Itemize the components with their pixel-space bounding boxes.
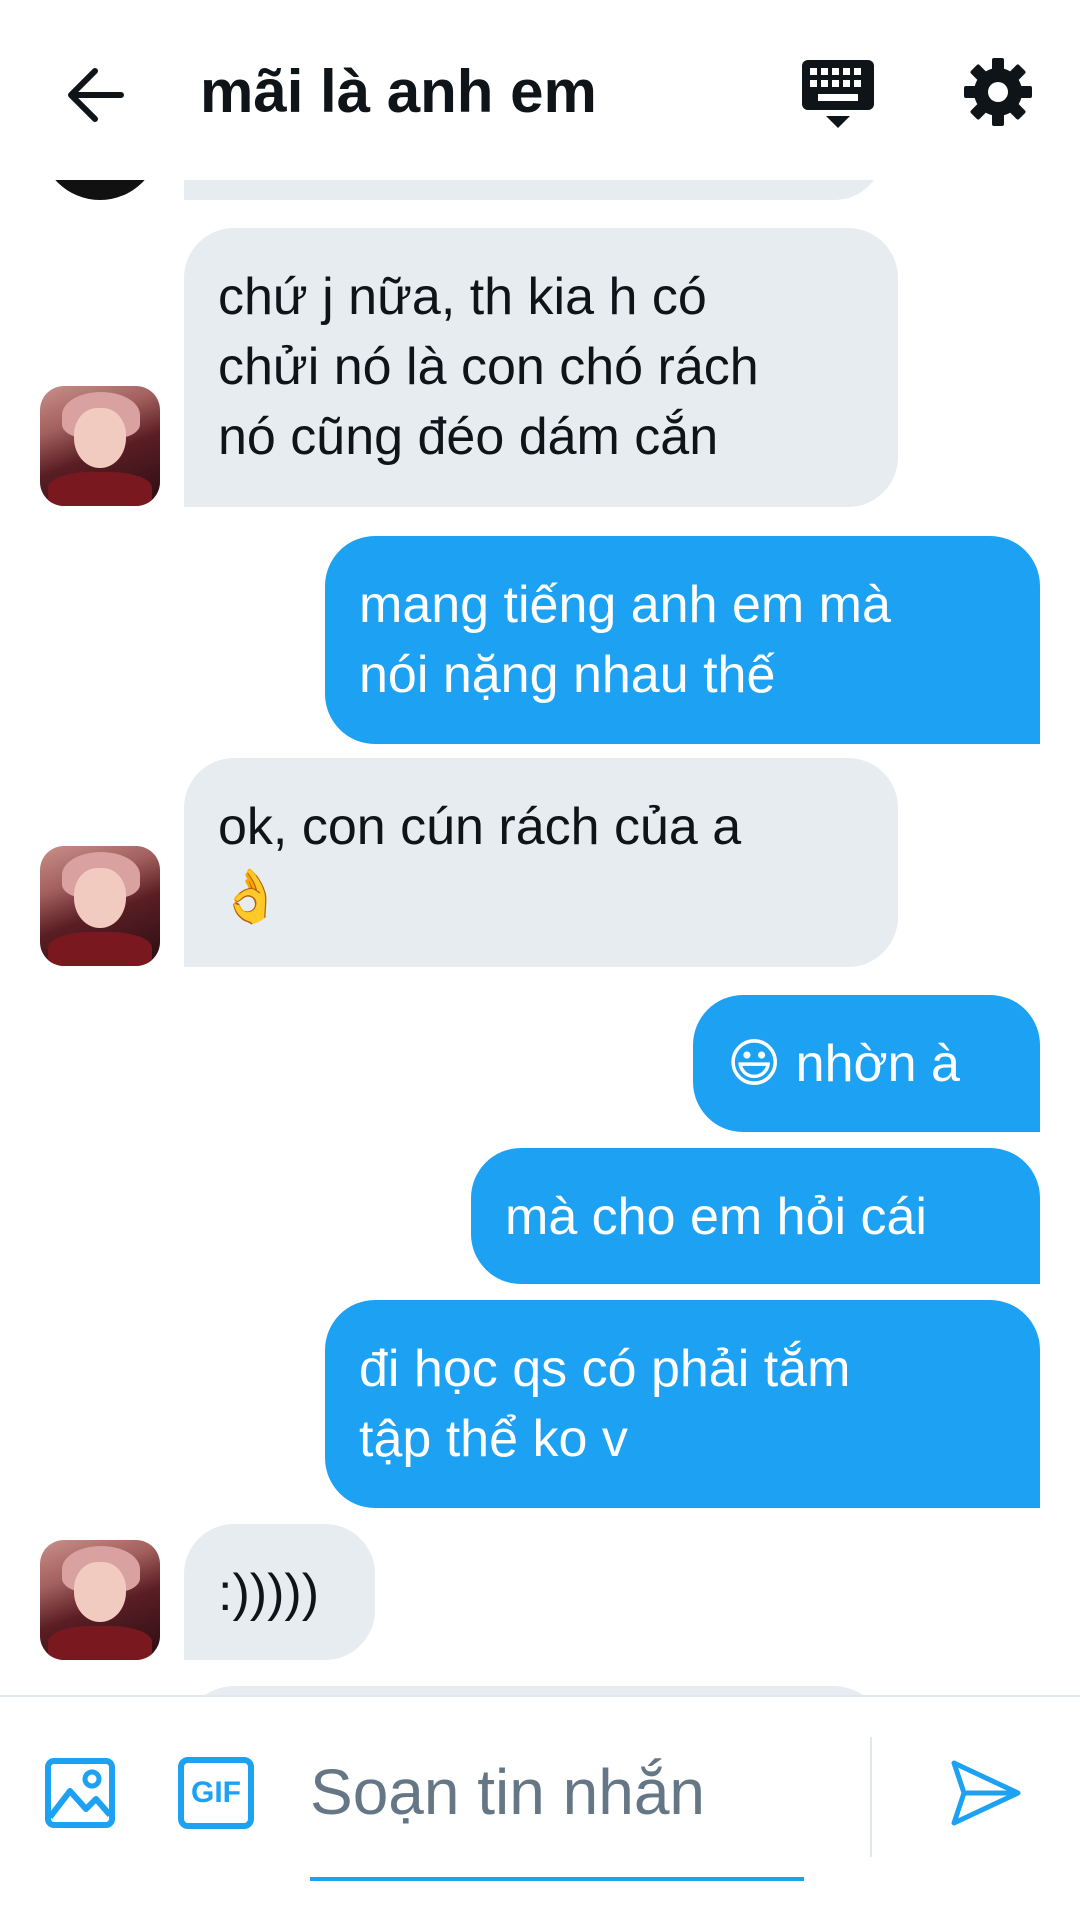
gear-icon xyxy=(964,58,1032,126)
settings-button[interactable] xyxy=(962,56,1034,128)
message-text: nói nặng nhau thế xyxy=(359,646,776,704)
message-input[interactable] xyxy=(310,1747,804,1837)
message-bubble-outgoing[interactable]: mà cho em hỏi cái xyxy=(471,1148,1040,1284)
message-bubble-outgoing[interactable]: đi học qs có phải tắm tập thể ko v xyxy=(325,1300,1040,1508)
message-text: :))))) xyxy=(218,1564,320,1622)
avatar[interactable] xyxy=(40,846,160,966)
gif-label: GIF xyxy=(191,1776,241,1809)
keyboard-button[interactable] xyxy=(798,56,878,136)
send-icon xyxy=(951,1760,1021,1826)
avatar[interactable] xyxy=(40,386,160,506)
message-text: chứ j nữa, th kia h có xyxy=(218,268,707,326)
message-text: mà cho em hỏi cái xyxy=(505,1188,927,1246)
message-text: 😃 nhờn à xyxy=(727,1035,960,1093)
message-bubble-incoming[interactable]: ok, con cún rách của a 👌 xyxy=(184,758,898,967)
message-bubble-incoming[interactable]: chứ j nữa, th kia h có chửi nó là con ch… xyxy=(184,228,898,507)
message-text: tập thể ko v xyxy=(359,1410,628,1468)
message-bubble-outgoing[interactable]: mang tiếng anh em mà nói nặng nhau thế xyxy=(325,536,1040,744)
message-text: 👌 xyxy=(218,868,283,926)
conversation-header: mãi là anh em xyxy=(0,0,1080,180)
divider xyxy=(870,1737,872,1857)
message-text: mang tiếng anh em mà xyxy=(359,576,891,634)
conversation-title: mãi là anh em xyxy=(200,58,597,125)
message-text: chửi nó là con chó rách xyxy=(218,338,759,396)
message-text: ok, con cún rách của a xyxy=(218,798,742,856)
message-bubble-incoming[interactable]: :))))) xyxy=(184,1524,375,1660)
gif-button[interactable]: GIF xyxy=(178,1757,254,1829)
media-button[interactable] xyxy=(44,1757,116,1829)
input-underline xyxy=(310,1877,804,1881)
send-button[interactable] xyxy=(948,1755,1024,1831)
message-text: đi học qs có phải tắm xyxy=(359,1340,851,1398)
message-text: nó cũng đéo dám cắn xyxy=(218,408,719,466)
arrow-left-icon xyxy=(68,68,124,122)
message-list[interactable]: chứ j nữa, th kia h có chửi nó là con ch… xyxy=(0,0,1080,1700)
back-button[interactable] xyxy=(60,60,130,130)
keyboard-icon xyxy=(802,60,874,128)
message-composer: GIF xyxy=(0,1695,1080,1911)
avatar[interactable] xyxy=(40,1540,160,1660)
image-icon xyxy=(45,1758,115,1828)
message-bubble-outgoing[interactable]: 😃 nhờn à xyxy=(693,995,1040,1132)
